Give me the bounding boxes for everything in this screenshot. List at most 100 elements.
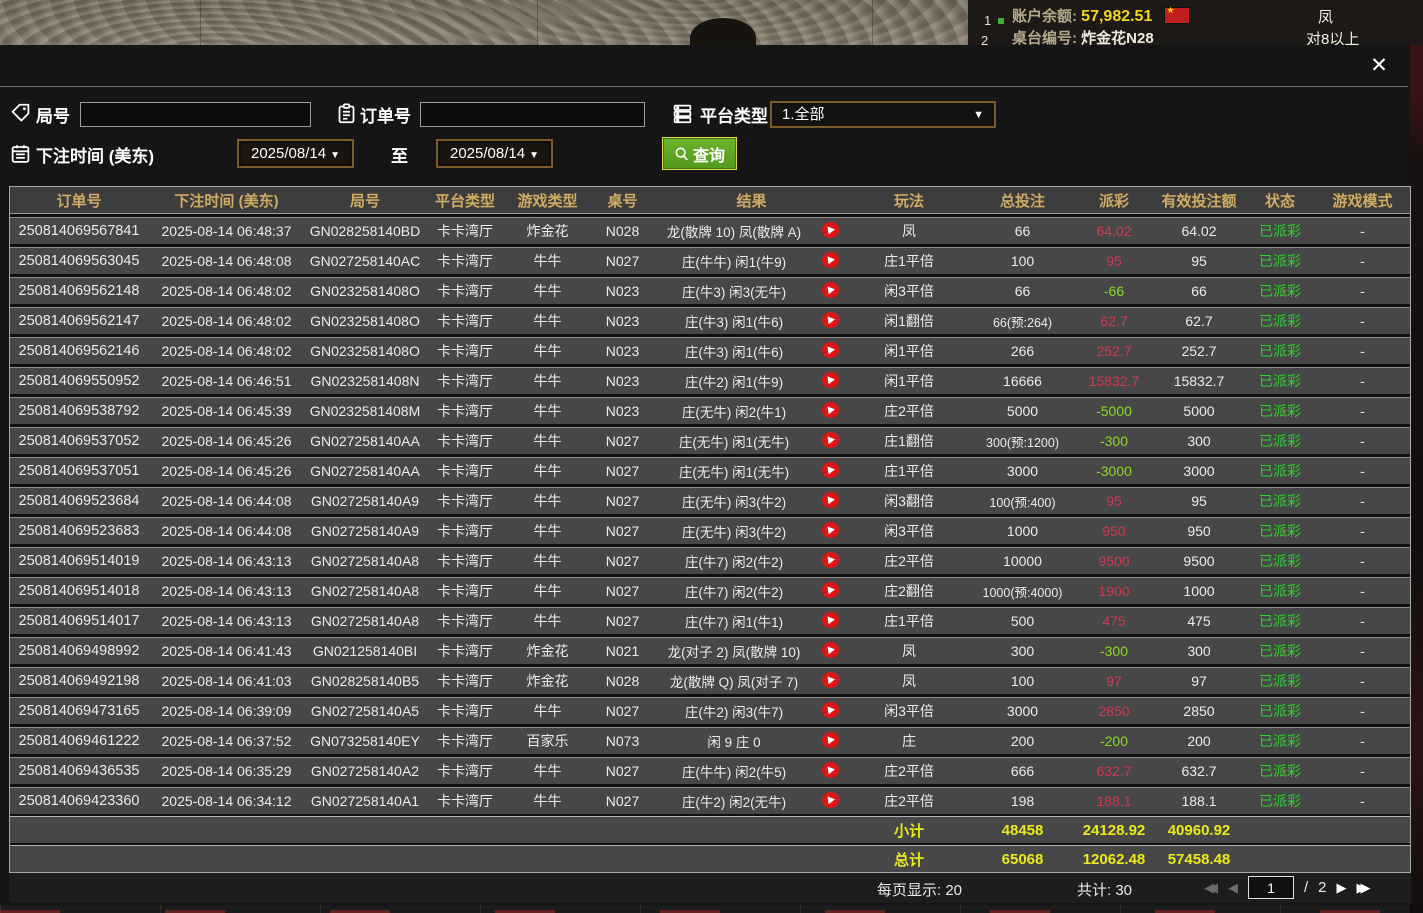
- table-row: 2508140694365352025-08-14 06:35:29GN0272…: [10, 757, 1410, 784]
- play-replay-icon[interactable]: [821, 790, 840, 808]
- cell-bet-type: 凤: [848, 641, 970, 661]
- cell-round: GN0232581408N: [305, 373, 425, 389]
- play-replay-icon[interactable]: [821, 760, 840, 778]
- cell-time: 2025-08-14 06:45:39: [148, 403, 305, 419]
- table-row: 2508140695630452025-08-14 06:48:08GN0272…: [10, 247, 1410, 274]
- rank-number: 1: [984, 13, 991, 28]
- cell-total-bet: 3000: [970, 463, 1075, 479]
- col-header-total-bet: 总投注: [970, 190, 1075, 211]
- cell-platform: 卡卡湾厅: [425, 371, 505, 391]
- bet-grid-strip: [0, 905, 1410, 913]
- cell-mode: -: [1315, 643, 1410, 659]
- cell-game: 牛牛: [505, 551, 590, 571]
- cell-round: GN027258140AA: [305, 433, 425, 449]
- table-row: 2508140695621462025-08-14 06:48:02GN0232…: [10, 337, 1410, 364]
- cell-table: N027: [590, 553, 655, 569]
- cell-play: [813, 732, 848, 751]
- cell-platform: 卡卡湾厅: [425, 791, 505, 811]
- wall-seam: [200, 0, 201, 45]
- play-replay-icon[interactable]: [821, 280, 840, 298]
- table-body: 2508140695678412025-08-14 06:48:37GN0282…: [10, 217, 1410, 814]
- cell-order: 250814069498992: [10, 643, 148, 659]
- cell-bet-type: 庄2平倍: [848, 761, 970, 781]
- last-page-icon[interactable]: ▶▶: [1357, 880, 1371, 896]
- play-replay-icon[interactable]: [821, 430, 840, 448]
- play-replay-icon[interactable]: [821, 460, 840, 478]
- table-row: 2508140695370522025-08-14 06:45:26GN0272…: [10, 427, 1410, 454]
- cell-payout: 950: [1075, 523, 1153, 539]
- play-replay-icon[interactable]: [821, 640, 840, 658]
- cell-valid-bet: 5000: [1153, 403, 1245, 419]
- bet-option-feng: 凤: [1318, 6, 1333, 27]
- cell-bet-type: 庄1平倍: [848, 251, 970, 271]
- cell-platform: 卡卡湾厅: [425, 461, 505, 481]
- bet-history-table: 订单号 下注时间 (美东) 局号 平台类型 游戏类型 桌号 结果 玩法 总投注 …: [9, 186, 1411, 873]
- col-header-game: 游戏类型: [505, 190, 590, 211]
- cell-mode: -: [1315, 283, 1410, 299]
- next-page-icon[interactable]: ▶: [1337, 880, 1347, 896]
- play-replay-icon[interactable]: [821, 730, 840, 748]
- cell-play: [813, 762, 848, 781]
- cell-result: 庄(牛7) 闲2(牛2): [655, 581, 813, 601]
- order-number-input[interactable]: [420, 102, 645, 127]
- play-replay-icon[interactable]: [821, 670, 840, 688]
- cell-play: [813, 672, 848, 691]
- cell-time: 2025-08-14 06:44:08: [148, 493, 305, 509]
- cell-mode: -: [1315, 433, 1410, 449]
- play-replay-icon[interactable]: [821, 580, 840, 598]
- play-replay-icon[interactable]: [821, 490, 840, 508]
- date-to-picker[interactable]: 2025/08/14▼: [436, 139, 553, 168]
- cell-table: N027: [590, 253, 655, 269]
- play-replay-icon[interactable]: [821, 220, 840, 238]
- cell-table: N027: [590, 463, 655, 479]
- cell-payout: 1900: [1075, 583, 1153, 599]
- page-number-input[interactable]: [1248, 876, 1294, 899]
- cell-table: N027: [590, 523, 655, 539]
- play-replay-icon[interactable]: [821, 610, 840, 628]
- table-row: 2508140694612222025-08-14 06:37:52GN0732…: [10, 727, 1410, 754]
- first-page-icon[interactable]: ◀◀: [1204, 880, 1218, 896]
- table-row: 2508140695140192025-08-14 06:43:13GN0272…: [10, 547, 1410, 574]
- cell-valid-bet: 950: [1153, 523, 1245, 539]
- cell-total-bet: 200: [970, 733, 1075, 749]
- cell-valid-bet: 200: [1153, 733, 1245, 749]
- cell-table: N027: [590, 793, 655, 809]
- cell-platform: 卡卡湾厅: [425, 641, 505, 661]
- titlebar-divider: [0, 86, 1408, 87]
- cell-payout: -5000: [1075, 403, 1153, 419]
- cell-table: N027: [590, 493, 655, 509]
- play-replay-icon[interactable]: [821, 370, 840, 388]
- play-replay-icon[interactable]: [821, 700, 840, 718]
- cell-mode: -: [1315, 613, 1410, 629]
- cell-status: 已派彩: [1245, 671, 1315, 691]
- col-header-payout: 派彩: [1075, 190, 1153, 211]
- close-icon[interactable]: ✕: [1366, 53, 1392, 79]
- platform-type-select[interactable]: 1.全部 ▼: [770, 101, 996, 128]
- play-replay-icon[interactable]: [821, 550, 840, 568]
- play-replay-icon[interactable]: [821, 310, 840, 328]
- cell-round: GN027258140A1: [305, 793, 425, 809]
- cell-time: 2025-08-14 06:39:09: [148, 703, 305, 719]
- query-button[interactable]: 查询: [663, 138, 736, 169]
- play-replay-icon[interactable]: [821, 520, 840, 538]
- total-count-label: 共计: 30: [1077, 879, 1132, 900]
- round-number-input[interactable]: [80, 102, 311, 127]
- date-from-value: 2025/08/14: [251, 145, 326, 162]
- cell-mode: -: [1315, 373, 1410, 389]
- play-replay-icon[interactable]: [821, 340, 840, 358]
- prev-page-icon[interactable]: ◀: [1228, 880, 1238, 896]
- play-replay-icon[interactable]: [821, 400, 840, 418]
- cell-round: GN027258140A8: [305, 583, 425, 599]
- cell-bet-type: 庄1翻倍: [848, 431, 970, 451]
- cell-payout: -3000: [1075, 463, 1153, 479]
- date-from-picker[interactable]: 2025/08/14▼: [237, 139, 354, 168]
- cell-play: [813, 342, 848, 361]
- cell-time: 2025-08-14 06:48:37: [148, 223, 305, 239]
- cell-play: [813, 402, 848, 421]
- play-replay-icon[interactable]: [821, 250, 840, 268]
- subtotal-row: 小计 48458 24128.92 40960.92: [10, 816, 1410, 843]
- cell-mode: -: [1315, 313, 1410, 329]
- subtotal-payout: 24128.92: [1075, 822, 1153, 839]
- cell-order: 250814069537051: [10, 463, 148, 479]
- cell-play: [813, 552, 848, 571]
